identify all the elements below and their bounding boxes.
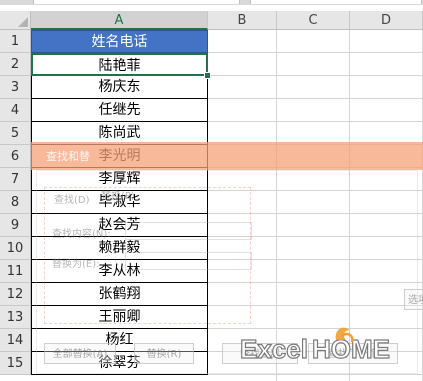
row-header-13[interactable]: 13 (0, 306, 31, 329)
column-header-c[interactable]: C (277, 11, 350, 30)
find-what-label: 查找内容(N): (52, 229, 111, 240)
excel-window: A B C D 1 2 3 4 5 6 7 8 9 10 11 12 13 14 15 姓名电话 陆艳菲 杨庆… (0, 0, 423, 381)
excelhome-logo-icon: Excel HOME (239, 327, 391, 365)
select-all-button[interactable] (0, 11, 31, 30)
cell-a4[interactable]: 任继先 (31, 99, 208, 122)
logo-text-excel: Excel (240, 334, 308, 364)
row-header-10[interactable]: 10 (0, 237, 31, 260)
find-what-input[interactable] (125, 222, 252, 240)
column-header-d[interactable]: D (350, 11, 423, 30)
column-header-b[interactable]: B (208, 11, 277, 30)
row-header-8[interactable]: 8 (0, 191, 31, 214)
row-header-11[interactable]: 11 (0, 260, 31, 283)
dialog-title: 查找和替 (46, 150, 90, 163)
row-header-12[interactable]: 12 (0, 283, 31, 306)
replace-with-label: 替换为(E): (52, 259, 100, 270)
logo-text-home: HOME (312, 334, 390, 364)
row-header-15[interactable]: 15 (0, 352, 31, 375)
tab-replace[interactable]: 替换(P) (101, 187, 135, 202)
row-header-6[interactable]: 6 (0, 145, 31, 168)
replace-button[interactable]: 替换(R) (134, 343, 194, 364)
row-header-4[interactable]: 4 (0, 99, 31, 122)
options-button[interactable]: 选项 (404, 289, 423, 310)
formula-bar-edge (0, 0, 423, 5)
cell-a1-header[interactable]: 姓名电话 (31, 30, 208, 53)
cell-a3[interactable]: 杨庆东 (31, 76, 208, 99)
row-header-2[interactable]: 2 (0, 53, 31, 76)
replace-with-input[interactable] (125, 252, 252, 270)
row-header-7[interactable]: 7 (0, 168, 31, 191)
row-header-3[interactable]: 3 (0, 76, 31, 99)
tab-find[interactable]: 查找(D) (54, 191, 90, 206)
active-cell-a2[interactable]: 陆艳菲 (31, 53, 208, 76)
replace-all-button[interactable]: 全部替换(A) (44, 343, 116, 364)
fill-handle[interactable] (204, 72, 211, 79)
row-header-9[interactable]: 9 (0, 214, 31, 237)
row-header-14[interactable]: 14 (0, 329, 31, 352)
row-header-1[interactable]: 1 (0, 30, 31, 53)
row-header-5[interactable]: 5 (0, 122, 31, 145)
column-header-a[interactable]: A (31, 11, 208, 30)
